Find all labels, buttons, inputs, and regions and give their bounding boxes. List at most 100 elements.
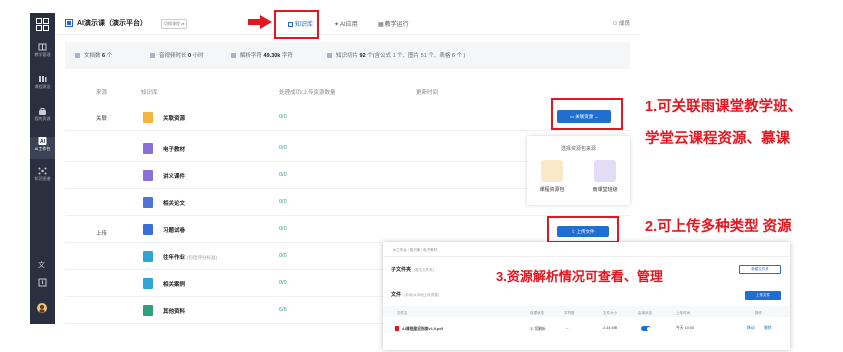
sidebar-item-ai-workbench[interactable]: AI AI工作台 — [30, 137, 55, 159]
annotation-2: 2.可上传多种类型 资源 — [645, 219, 792, 235]
col-enabled: 启用状态 — [638, 311, 652, 315]
knowledge-name[interactable]: 讲义课件 — [163, 172, 185, 180]
col-chars: 字符数 — [564, 311, 575, 315]
header-count: 处理成功/上传资源数量 — [279, 90, 336, 96]
subfolder-title: 子文件夹 (暂无文件夹) — [391, 267, 434, 273]
count-value: 0/0 — [279, 280, 287, 286]
chars-icon — [231, 53, 236, 58]
svg-text:文: 文 — [38, 260, 45, 269]
doc-icon — [75, 53, 80, 58]
file-size: 2.44 MB — [603, 326, 618, 330]
stat-chars: 解析字符 49.30k 字符 — [231, 51, 293, 59]
sidebar-item-label: 知识图谱 — [34, 176, 51, 181]
top-bar: AI演示课（演示平台） 切换课程 ⇄ 知识库 ✦AI应用 ▦教学运行 ⚇ 成员 — [55, 13, 640, 35]
count-value: 0/0 — [279, 199, 287, 205]
sidebar-item-teaching[interactable]: 教学管理 — [30, 43, 55, 65]
sidebar: 教学管理 课程建设 我的资源 AI AI工作台 知识图谱 文 — [30, 13, 55, 324]
folder-icon — [143, 170, 153, 181]
sidebar-item-label: AI工作台 — [34, 146, 51, 151]
annotation-1b: 学堂云课程资源、慕课 — [645, 131, 790, 147]
count-value: 0/0 — [279, 114, 287, 120]
library-icon — [39, 76, 47, 82]
tab-teaching-run[interactable]: ▦教学运行 — [378, 19, 409, 28]
knowledge-name[interactable]: 相关案例 — [163, 280, 185, 288]
file-chars: -- — [566, 326, 569, 330]
ai-icon: AI — [38, 137, 47, 145]
delete-action[interactable]: 删除 — [764, 326, 772, 331]
option-label: 课程资源包 — [539, 187, 565, 193]
sidebar-item-label: 教学管理 — [34, 52, 51, 57]
knowledge-name[interactable]: 关联资源 — [163, 114, 185, 122]
stat-docs: 文档数 6 个 — [75, 51, 112, 59]
toggle-knob — [646, 326, 651, 331]
count-value: 6/6 — [279, 307, 287, 313]
count-value: 0/0 — [279, 226, 287, 232]
count-value: 0/0 — [279, 145, 287, 151]
bag-icon — [39, 108, 46, 115]
sidebar-item-resources[interactable]: 我的资源 — [30, 107, 55, 129]
sidebar-item-course[interactable]: 课程建设 — [30, 75, 55, 97]
col-size: 文件大小 — [603, 311, 617, 315]
file-time: 今天 10:00 — [676, 326, 695, 330]
move-action[interactable]: 移动 — [747, 326, 755, 331]
book-icon — [38, 43, 47, 51]
switch-course-button[interactable]: 切换课程 ⇄ — [161, 19, 188, 29]
sidebar-item-label: 课程建设 — [34, 84, 51, 89]
file-detail-panel: AI工作台 / 知识库 / 电子教材 子文件夹 (暂无文件夹) 新建文件夹 文件(… — [383, 242, 790, 350]
knowledge-name[interactable]: 相关论文 — [163, 199, 185, 207]
svg-text:AI: AI — [40, 139, 46, 145]
link-button-highlight — [551, 98, 623, 130]
header-updated: 更新时间 — [416, 90, 439, 96]
option-course-package[interactable]: 课程资源包 — [532, 160, 572, 193]
upload-button-highlight — [547, 216, 619, 243]
class-icon — [594, 160, 616, 182]
knowledge-name[interactable]: 电子教材 — [163, 145, 185, 153]
resource-source-popover: 选择资源包来源 课程资源包 雨课堂班级 — [527, 136, 630, 205]
count-value: 0/0 — [279, 172, 287, 178]
file-row[interactable]: AI课程建设指南v1.0.pdf — [395, 326, 443, 332]
files-title: 文件 (手动/从本地上传资源) — [391, 292, 439, 298]
app-logo-icon — [36, 18, 49, 31]
course-icon — [65, 19, 73, 27]
annotation-3: 3.资源解析情况可查看、管理 — [496, 269, 663, 284]
annotation-1a: 1.可关联雨课堂教学班、 — [645, 99, 803, 115]
tab-ai-apps[interactable]: ✦AI应用 — [334, 19, 358, 28]
tab-label: AI应用 — [340, 22, 358, 28]
knowledge-name[interactable]: 往年作业 (包括评分标准) — [163, 253, 217, 261]
user-avatar[interactable] — [37, 303, 47, 313]
knowledge-name[interactable]: 习题试卷 — [163, 226, 185, 234]
folder-icon — [143, 305, 153, 316]
popover-title: 选择资源包来源 — [560, 146, 596, 152]
upload-file-button-small[interactable]: 上传文件 — [745, 291, 781, 300]
col-actions: 操作 — [755, 311, 762, 315]
sparkle-icon: ✦ — [334, 22, 340, 28]
stats-bar: 文档数 6 个 音视频时长 0 小时 解析字符 49.30k 字符 知识切片 9… — [65, 42, 630, 69]
red-arrow-icon — [248, 15, 272, 29]
tab-label: 教学运行 — [384, 22, 409, 28]
table-row[interactable]: 习题试卷 0/0 — [65, 216, 630, 243]
table-row[interactable]: 关联资源 0/0 — [65, 104, 630, 131]
course-title: AI演示课（演示平台） — [77, 20, 147, 27]
enable-toggle[interactable] — [641, 326, 651, 331]
folder-icon — [143, 143, 153, 154]
option-rain-class[interactable]: 雨课堂班级 — [585, 160, 625, 193]
sidebar-item-knowledge-graph[interactable]: 知识图谱 — [30, 167, 55, 189]
pdf-icon — [395, 326, 399, 331]
col-upload-time: 上传时间 — [676, 311, 690, 315]
slice-icon — [327, 53, 332, 58]
knowledge-name[interactable]: 其他资料 — [163, 307, 185, 315]
new-folder-button[interactable]: 新建文件夹 — [739, 265, 781, 274]
count-value: 0/0 — [279, 253, 287, 259]
translate-icon[interactable]: 文 — [38, 260, 47, 269]
members-label: 成员 — [618, 21, 630, 27]
export-icon[interactable] — [38, 278, 47, 287]
option-label: 雨课堂班级 — [592, 187, 618, 193]
folder-icon — [143, 224, 153, 235]
folder-icon — [143, 251, 153, 262]
folder-icon — [143, 112, 153, 123]
grid-icon: ▦ — [378, 22, 384, 28]
members-button[interactable]: ⚇ 成员 — [613, 19, 630, 27]
col-filename: 文件名 — [397, 311, 408, 315]
header-knowledge-base: 知识库 — [141, 90, 158, 96]
file-status: ① 切解析 — [530, 327, 546, 331]
